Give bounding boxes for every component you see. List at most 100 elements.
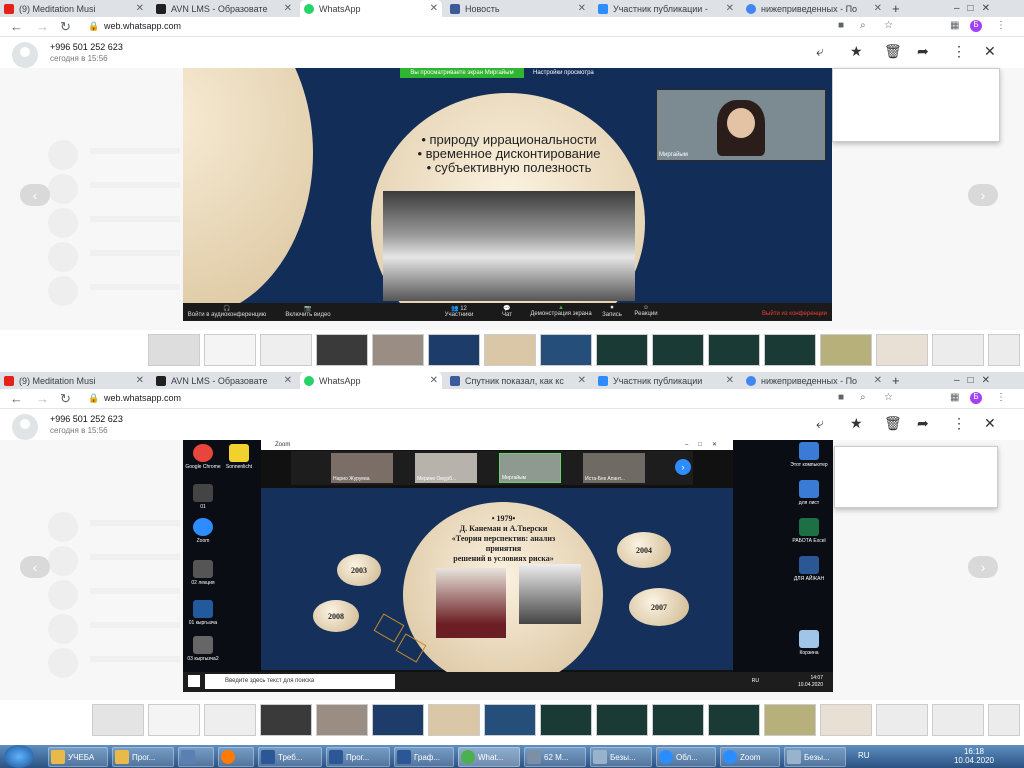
thumbnail[interactable] [428,704,480,736]
thumbnail[interactable] [148,334,200,366]
thumbnail[interactable] [316,334,368,366]
thumbnail[interactable] [932,334,984,366]
url-field[interactable]: web.whatsapp.com [104,21,181,31]
thumbnail[interactable] [148,704,200,736]
url-field[interactable]: web.whatsapp.com [104,393,181,403]
thumbnail[interactable] [708,704,760,736]
star-icon[interactable]: ☆ [884,392,893,403]
start-button[interactable] [4,745,34,768]
forward-icon[interactable]: → [36,391,49,406]
thumbnail[interactable] [540,334,592,366]
language-indicator[interactable]: RU [858,751,870,760]
tab-avn[interactable]: AVN LMS - Образовате ✕ [152,0,296,17]
thumbnail[interactable] [92,704,144,736]
thumbnail[interactable] [988,334,1020,366]
taskbar-btn-paint1[interactable]: Безы... [590,747,652,767]
back-icon[interactable]: ← [10,19,23,34]
record-button[interactable]: ⏺ Запись [601,305,623,318]
thumbnail[interactable] [876,704,928,736]
desktop-icon-word[interactable]: для лист [787,480,831,506]
desktop-icon-excel[interactable]: РАБОТА Excel [787,518,831,544]
participant-tile[interactable]: Нарио Журуева [331,453,393,483]
close-tab-icon[interactable]: ✕ [726,3,734,14]
close-tab-icon[interactable]: ✕ [578,375,586,386]
thumbnail[interactable] [932,704,984,736]
desktop-icon-lecture[interactable]: 02 лекция [183,560,225,586]
delete-icon[interactable]: 🗑 [884,415,902,432]
tab-news[interactable]: Новость ✕ [446,0,590,17]
video-button[interactable]: 📷 Включить видео [283,305,333,318]
windows-start-icon[interactable] [188,675,200,687]
close-tab-icon[interactable]: ✕ [430,375,438,386]
close-tab-icon[interactable]: ✕ [284,3,292,14]
reactions-button[interactable]: ☺ Реакции [631,305,661,317]
close-tab-icon[interactable]: ✕ [430,3,438,14]
tab-whatsapp[interactable]: WhatsApp ✕ [300,0,442,17]
taskbar-btn-word3[interactable]: Граф... [394,747,454,767]
thumbnail[interactable] [428,334,480,366]
taskbar-btn-photos[interactable]: 62 М... [524,747,586,767]
thumbnail[interactable] [316,704,368,736]
reload-icon[interactable]: ↻ [60,19,71,35]
close-icon[interactable]: ✕ [984,415,996,432]
thumbnail[interactable] [260,704,312,736]
tab-avn[interactable]: AVN LMS - Образовате ✕ [152,372,296,389]
taskbar-btn-word2[interactable]: Прог... [326,747,390,767]
thumbnail[interactable] [204,334,256,366]
thumbnail[interactable] [372,334,424,366]
taskbar-btn-paint2[interactable]: Безы... [784,747,846,767]
close-tab-icon[interactable]: ✕ [136,3,144,14]
view-settings-button[interactable]: Настройки просмотра [533,68,623,78]
desktop-icon-zoom[interactable]: Zoom [183,518,225,544]
new-tab-button[interactable]: + [888,0,908,17]
zoom-lens-icon[interactable]: ⌕ [860,20,866,31]
close-icon[interactable]: ✕ [984,43,996,60]
tab-sputnik[interactable]: Спутник показал, как кс ✕ [446,372,590,389]
star-icon[interactable]: ☆ [884,20,893,31]
contact-avatar[interactable] [12,414,38,440]
thumbnail[interactable] [820,704,872,736]
close-tab-icon[interactable]: ✕ [874,375,882,386]
taskbar-btn-zoom[interactable]: Zoom [720,747,780,767]
participant-tile[interactable]: Иста-Бек Апант... [583,453,645,483]
participants-button[interactable]: 👥 12 Участники [439,305,479,318]
desktop-icon-kyrgyz[interactable]: 01 кыргызча [183,600,225,626]
extension-icon[interactable]: ▦ [950,392,959,403]
thumbnail[interactable] [484,334,536,366]
tab-google[interactable]: нижеприведенных - По ✕ [742,0,886,17]
thumbnail[interactable] [764,334,816,366]
forward-icon[interactable]: ➦ [917,43,929,60]
leave-meeting-button[interactable]: Выйти из конференции [762,311,827,317]
delete-icon[interactable]: 🗑 [884,43,902,60]
taskbar-btn-zoom-cloud[interactable]: Обл... [656,747,716,767]
thumbnail[interactable] [372,704,424,736]
profile-avatar[interactable]: Б [970,392,982,404]
thumbnail[interactable] [764,704,816,736]
reply-icon[interactable]: ⤶ [816,43,824,60]
profile-avatar[interactable]: Б [970,20,982,32]
close-tab-icon[interactable]: ✕ [284,375,292,386]
desktop-icon-sonnenlicht[interactable]: Sonnenlicht [217,444,261,470]
tab-meditation[interactable]: (9) Meditation Musi ✕ [0,0,148,17]
more-icon[interactable]: ⋮ [952,43,966,60]
thumbnail[interactable] [820,334,872,366]
participant-tile[interactable]: Миргайым [499,453,561,483]
close-tab-icon[interactable]: ✕ [874,3,882,14]
taskbar-btn-chrome[interactable]: What... [458,747,520,767]
zoom-lens-icon[interactable]: ⌕ [860,392,866,403]
participant-tile[interactable]: Мерине Омурб... [415,453,477,483]
desktop-icon-computer[interactable]: Этот компьютер [787,442,831,468]
taskbar-btn-prog[interactable]: Прог... [112,747,174,767]
thumbnail[interactable] [540,704,592,736]
thumbnail[interactable] [652,704,704,736]
tab-google[interactable]: нижеприведенных - По ✕ [742,372,886,389]
thumbnail[interactable] [260,334,312,366]
menu-icon[interactable]: ⋮ [996,20,1006,31]
camera-icon[interactable]: ■ [838,392,844,403]
new-tab-button[interactable]: + [888,372,908,389]
system-clock[interactable]: 16:18 10.04.2020 [954,747,994,765]
desktop-icon-01[interactable]: 01 [183,484,225,510]
thumbnail[interactable] [876,334,928,366]
tab-meditation[interactable]: (9) Meditation Musi ✕ [0,372,148,389]
thumbnail[interactable] [596,334,648,366]
